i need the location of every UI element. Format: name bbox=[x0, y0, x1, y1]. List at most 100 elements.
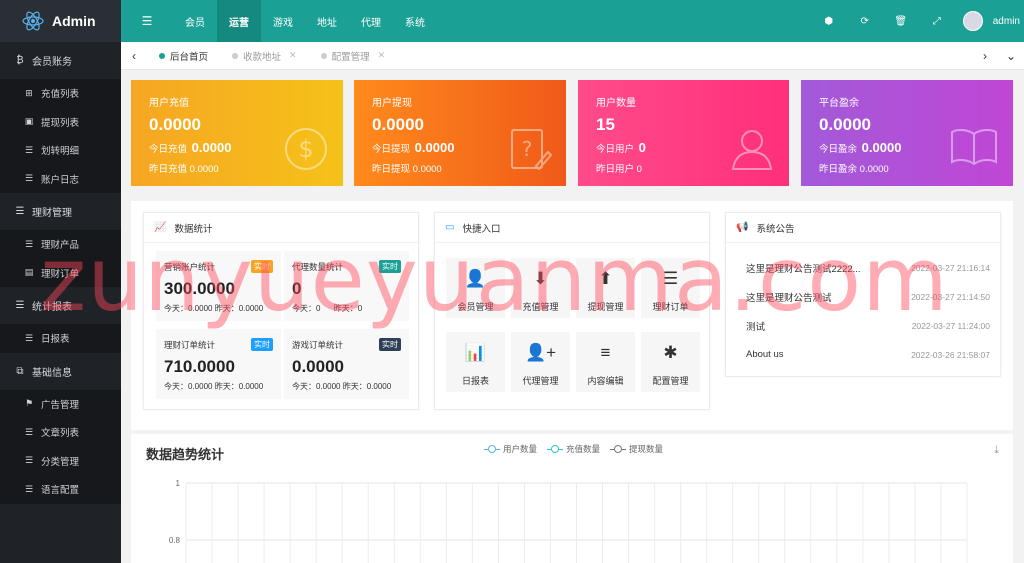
user-icon bbox=[731, 130, 773, 170]
card-yest-value: 0.0000 bbox=[412, 164, 442, 175]
quick-label: 理财订单 bbox=[652, 302, 689, 312]
sidebar-group-account[interactable]: ₿ 会员账务 bbox=[0, 42, 121, 79]
notice-item[interactable]: 这里是理财公告测试2222... 2022-03-27 21:16:14 bbox=[726, 253, 1000, 282]
sidebar-item-categories[interactable]: ☰ 分类管理 bbox=[0, 446, 121, 475]
topnav-system[interactable]: 系统 bbox=[393, 0, 437, 42]
trash-icon[interactable]: 🗑 bbox=[883, 16, 919, 27]
quick-agent-manage[interactable]: 👤+ 代理管理 bbox=[511, 332, 570, 392]
asterisk-icon: ✱ bbox=[663, 343, 678, 362]
tab-scroll-right-icon[interactable]: › bbox=[972, 49, 998, 63]
notice-item[interactable]: 测试 2022-03-27 11:24:00 bbox=[726, 311, 1000, 340]
sidebar-item-withdraw[interactable]: ▣ 提现列表 bbox=[0, 107, 121, 136]
quick-recharge-manage[interactable]: ⬇ 充值管理 bbox=[511, 258, 570, 318]
notice-item[interactable]: About us 2022-03-26 21:58:07 bbox=[726, 340, 1000, 369]
topnav-agent[interactable]: 代理 bbox=[349, 0, 393, 42]
quick-label: 内容编辑 bbox=[587, 376, 624, 386]
username[interactable]: admin bbox=[993, 16, 1020, 27]
card-today-value: 0.0000 bbox=[414, 140, 455, 155]
sidebar-item-label: 理财订单 bbox=[41, 268, 80, 280]
tab-label: 收款地址 bbox=[243, 51, 282, 63]
list-icon: ☰ bbox=[24, 332, 34, 343]
notice-item[interactable]: 这里是理财公告测试 2022-03-27 21:14:50 bbox=[726, 282, 1000, 311]
copy-icon: ⧉ bbox=[16, 365, 24, 377]
stat-value: 300.0000 bbox=[164, 279, 235, 298]
stat-value: 0.0000 bbox=[292, 357, 344, 376]
stat-today: 今天：0 bbox=[292, 304, 321, 313]
notice-date: 2022-03-27 11:24:00 bbox=[911, 320, 990, 331]
list-icon: ☰ bbox=[24, 483, 34, 494]
quick-member-manage[interactable]: 👤 会员管理 bbox=[446, 258, 505, 318]
theme-icon[interactable]: ⬢ bbox=[811, 16, 847, 27]
stat-today: 今天：0.0000 bbox=[164, 304, 213, 313]
quick-config-manage[interactable]: ✱ 配置管理 bbox=[641, 332, 700, 392]
sidebar-item-language[interactable]: ☰ 语言配置 bbox=[0, 475, 121, 504]
tab-config[interactable]: 配置管理 ✕ bbox=[309, 42, 398, 70]
topnav-address[interactable]: 地址 bbox=[305, 0, 349, 42]
card-recharge: 用户充值 0.0000 今日充值 0.0000 昨日充值 0.0000 $ bbox=[131, 80, 343, 186]
list-icon: ☰ bbox=[24, 426, 34, 437]
sidebar-item-transfer[interactable]: ☰ 划转明细 bbox=[0, 136, 121, 165]
fullscreen-icon[interactable]: ⤢ bbox=[919, 16, 955, 27]
sidebar-item-orders[interactable]: ▤ 理财订单 bbox=[0, 258, 121, 287]
list-icon: ☰ bbox=[24, 144, 34, 155]
panel-data-stats: 📈 数据统计 营销账户统计 实时 300.0000 今天：0.0000 昨天：0.… bbox=[143, 212, 419, 410]
menu-toggle-icon[interactable]: ☰ bbox=[121, 14, 173, 28]
stat-yest: 昨天：0.0000 bbox=[214, 382, 264, 391]
quick-withdraw-manage[interactable]: ⬆ 提现管理 bbox=[576, 258, 635, 318]
stat-yest: 昨天：0.0000 bbox=[342, 382, 392, 391]
refresh-icon[interactable]: ⟳ bbox=[847, 16, 883, 27]
list-icon: ☰ bbox=[24, 238, 34, 249]
stat-finance-orders[interactable]: 理财订单统计 实时 710.0000 今天：0.0000 昨天：0.0000 bbox=[156, 329, 281, 399]
sidebar-item-daily-report[interactable]: ☰ 日报表 bbox=[0, 324, 121, 353]
topnav-games[interactable]: 游戏 bbox=[261, 0, 305, 42]
list-icon: ☰ bbox=[15, 300, 25, 311]
sidebar-group-label: 会员账务 bbox=[32, 57, 72, 68]
sidebar-group-basic[interactable]: ⧉ 基础信息 bbox=[0, 352, 121, 390]
panel-title: 数据统计 bbox=[174, 223, 213, 235]
card-title: 平台盈余 bbox=[819, 98, 859, 109]
sidebar-item-account-log[interactable]: ☰ 账户日志 bbox=[0, 164, 121, 193]
quick-finance-orders[interactable]: ☰ 理财订单 bbox=[641, 258, 700, 318]
sidebar-item-label: 文章列表 bbox=[41, 428, 80, 440]
sidebar-group-label: 基础信息 bbox=[32, 367, 72, 379]
sidebar-item-label: 划转明细 bbox=[41, 146, 80, 158]
card-title: 用户提现 bbox=[372, 98, 412, 109]
quick-daily-report[interactable]: 📊 日报表 bbox=[446, 332, 505, 392]
line-chart-icon: 📈 bbox=[154, 222, 167, 233]
tab-menu-icon[interactable]: ⌄ bbox=[998, 49, 1024, 63]
close-icon[interactable]: ✕ bbox=[378, 50, 386, 61]
card-today-label: 今日充值 bbox=[149, 144, 188, 155]
y-tick-label: 0.8 bbox=[169, 536, 181, 545]
sidebar-item-articles[interactable]: ☰ 文章列表 bbox=[0, 418, 121, 447]
notice-date: 2022-03-27 21:14:50 bbox=[911, 291, 990, 302]
notice-text: 这里是理财公告测试 bbox=[746, 292, 832, 304]
sidebar-item-products[interactable]: ☰ 理财产品 bbox=[0, 230, 121, 259]
tab-home[interactable]: 后台首页 bbox=[147, 42, 220, 70]
sidebar-item-recharge[interactable]: ⊞ 充值列表 bbox=[0, 79, 121, 108]
stat-game-orders[interactable]: 游戏订单统计 实时 0.0000 今天：0.0000 昨天：0.0000 bbox=[284, 329, 409, 399]
stat-marketing[interactable]: 营销账户统计 实时 300.0000 今天：0.0000 昨天：0.0000 bbox=[156, 251, 281, 321]
stat-agents[interactable]: 代理数量统计 实时 0 今天：0 昨天：0 bbox=[284, 251, 409, 321]
tab-scroll-left-icon[interactable]: ‹ bbox=[121, 49, 147, 63]
card-yest-value: 0 bbox=[636, 164, 642, 175]
close-icon[interactable]: ✕ bbox=[289, 50, 297, 61]
list-icon: ☰ bbox=[662, 269, 679, 288]
panel-quick-entry: ▭ 快捷入口 👤 会员管理 ⬇ 充值管理 ⬆ 提现管理 ☰ 理财订单 📊 日报表 👤+ 代理管… bbox=[434, 212, 710, 410]
topnav-operations[interactable]: 运营 bbox=[217, 0, 261, 42]
avatar[interactable] bbox=[962, 11, 983, 31]
card-yest-value: 0.0000 bbox=[859, 164, 889, 175]
card-yest-label: 昨日用户 bbox=[596, 164, 635, 175]
stat-today: 今天：0.0000 bbox=[292, 382, 341, 391]
quick-content-edit[interactable]: ≡ 内容编辑 bbox=[576, 332, 635, 392]
bar-chart-icon: 📊 bbox=[464, 343, 487, 362]
card-yest-label: 昨日充值 bbox=[149, 164, 188, 175]
tab-payment-address[interactable]: 收款地址 ✕ bbox=[220, 42, 309, 70]
sidebar-group-finance[interactable]: ☰ 理财管理 bbox=[0, 193, 121, 230]
sidebar-group-reports[interactable]: ☰ 统计报表 bbox=[0, 287, 121, 324]
topnav-members[interactable]: 会员 bbox=[173, 0, 217, 42]
menu-lines-icon: ≡ bbox=[600, 343, 611, 362]
sidebar-item-ads[interactable]: ⚑ 广告管理 bbox=[0, 389, 121, 418]
sidebar-item-label: 日报表 bbox=[41, 334, 70, 346]
logo[interactable]: Admin bbox=[0, 0, 121, 42]
card-yest-label: 昨日提现 bbox=[372, 164, 411, 175]
